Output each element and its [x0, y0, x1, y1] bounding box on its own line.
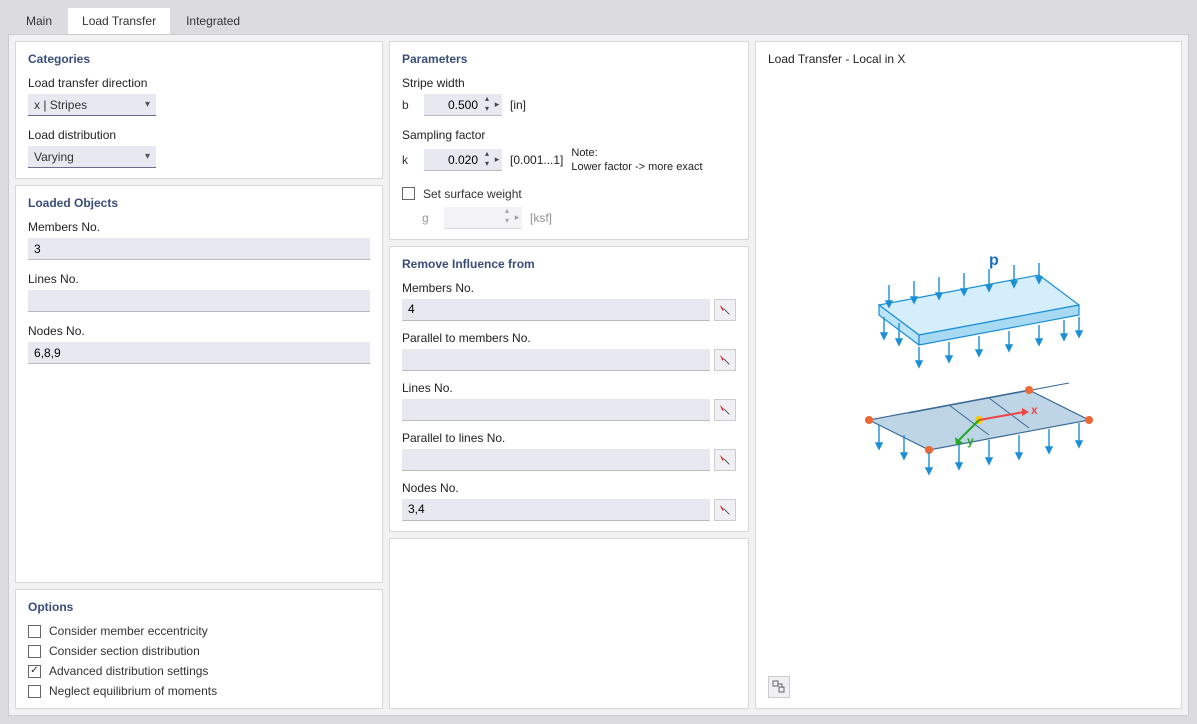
spin-up-icon[interactable]: ▴ — [482, 95, 492, 105]
select-distribution[interactable]: Varying ▾ — [28, 146, 156, 168]
label-direction: Load transfer direction — [28, 76, 370, 90]
spin-down-icon[interactable]: ▾ — [482, 160, 492, 170]
chevron-down-icon: ▾ — [145, 151, 150, 162]
panel-loaded-objects: Loaded Objects Members No. Lines No. Nod… — [15, 185, 383, 583]
label-advanced: Advanced distribution settings — [49, 664, 208, 678]
input-stripe-width[interactable] — [424, 94, 482, 116]
label-eccentricity: Consider member eccentricity — [49, 624, 208, 638]
panel-title-categories: Categories — [28, 52, 370, 66]
svg-text:y: y — [967, 434, 974, 448]
pick-button-members[interactable] — [714, 299, 736, 321]
label-rm-members: Members No. — [402, 281, 736, 295]
panel-empty — [389, 538, 749, 709]
chevron-down-icon: ▾ — [145, 99, 150, 110]
load-transfer-diagram: p — [819, 245, 1119, 505]
label-lo-lines: Lines No. — [28, 272, 370, 286]
preview-diagram: p — [768, 74, 1169, 676]
input-lo-nodes[interactable] — [28, 342, 370, 364]
range-sampling: [0.001...1] — [510, 153, 563, 167]
preview-tool-button[interactable] — [768, 676, 790, 698]
symbol-k: k — [402, 153, 416, 167]
label-lo-nodes: Nodes No. — [28, 324, 370, 338]
symbol-b: b — [402, 98, 416, 112]
input-sampling-factor[interactable] — [424, 149, 482, 171]
panel-categories: Categories Load transfer direction x | S… — [15, 41, 383, 179]
panel-title-loaded-objects: Loaded Objects — [28, 196, 370, 210]
note-sampling: Note: Lower factor -> more exact — [571, 146, 702, 175]
input-rm-lines[interactable] — [402, 399, 710, 421]
tab-integrated[interactable]: Integrated — [172, 8, 254, 34]
label-lo-members: Members No. — [28, 220, 370, 234]
label-rm-lines: Lines No. — [402, 381, 736, 395]
checkbox-eccentricity[interactable] — [28, 625, 41, 638]
label-neglect: Neglect equilibrium of moments — [49, 684, 217, 698]
checkbox-neglect[interactable] — [28, 685, 41, 698]
checkbox-set-weight[interactable] — [402, 187, 415, 200]
preview-title: Load Transfer - Local in X — [768, 52, 1169, 66]
input-rm-members[interactable] — [402, 299, 710, 321]
svg-text:p: p — [989, 252, 999, 269]
panel-parameters: Parameters Stripe width b ▴▾ ▸ [in] Samp… — [389, 41, 749, 240]
input-rm-par-lines[interactable] — [402, 449, 710, 471]
pick-button-par-lines[interactable] — [714, 449, 736, 471]
pick-button-lines[interactable] — [714, 399, 736, 421]
spinner-g: ▴▾ ▸ — [444, 207, 522, 229]
svg-text:x: x — [1031, 403, 1038, 417]
panel-title-options: Options — [28, 600, 370, 614]
spin-right-icon[interactable]: ▸ — [492, 94, 502, 116]
panel-preview: Load Transfer - Local in X p — [755, 41, 1182, 709]
spinner-stripe-width[interactable]: ▴▾ ▸ — [424, 94, 502, 116]
tab-main[interactable]: Main — [12, 8, 66, 34]
label-section-dist: Consider section distribution — [49, 644, 200, 658]
panel-remove-influence: Remove Influence from Members No. Parall… — [389, 246, 749, 532]
label-rm-par-members: Parallel to members No. — [402, 331, 736, 345]
label-stripe-width: Stripe width — [402, 76, 736, 90]
label-distribution: Load distribution — [28, 128, 370, 142]
symbol-g: g — [422, 211, 436, 225]
pick-button-nodes[interactable] — [714, 499, 736, 521]
input-lo-lines[interactable] — [28, 290, 370, 312]
spin-right-icon[interactable]: ▸ — [492, 149, 502, 171]
tab-load-transfer[interactable]: Load Transfer — [68, 8, 170, 34]
input-rm-par-members[interactable] — [402, 349, 710, 371]
label-sampling-factor: Sampling factor — [402, 128, 736, 142]
label-rm-nodes: Nodes No. — [402, 481, 736, 495]
input-rm-nodes[interactable] — [402, 499, 710, 521]
input-lo-members[interactable] — [28, 238, 370, 260]
checkbox-advanced[interactable] — [28, 665, 41, 678]
panel-title-parameters: Parameters — [402, 52, 736, 66]
label-set-weight: Set surface weight — [423, 187, 522, 201]
input-g — [444, 206, 502, 228]
select-direction[interactable]: x | Stripes ▾ — [28, 94, 156, 116]
panel-options: Options Consider member eccentricity Con… — [15, 589, 383, 709]
unit-ksf: [ksf] — [530, 211, 552, 225]
checkbox-section-dist[interactable] — [28, 645, 41, 658]
spinner-sampling-factor[interactable]: ▴▾ ▸ — [424, 149, 502, 171]
panel-title-remove: Remove Influence from — [402, 257, 736, 271]
label-rm-par-lines: Parallel to lines No. — [402, 431, 736, 445]
pick-button-par-members[interactable] — [714, 349, 736, 371]
unit-in: [in] — [510, 98, 526, 112]
spin-down-icon[interactable]: ▾ — [482, 105, 492, 115]
